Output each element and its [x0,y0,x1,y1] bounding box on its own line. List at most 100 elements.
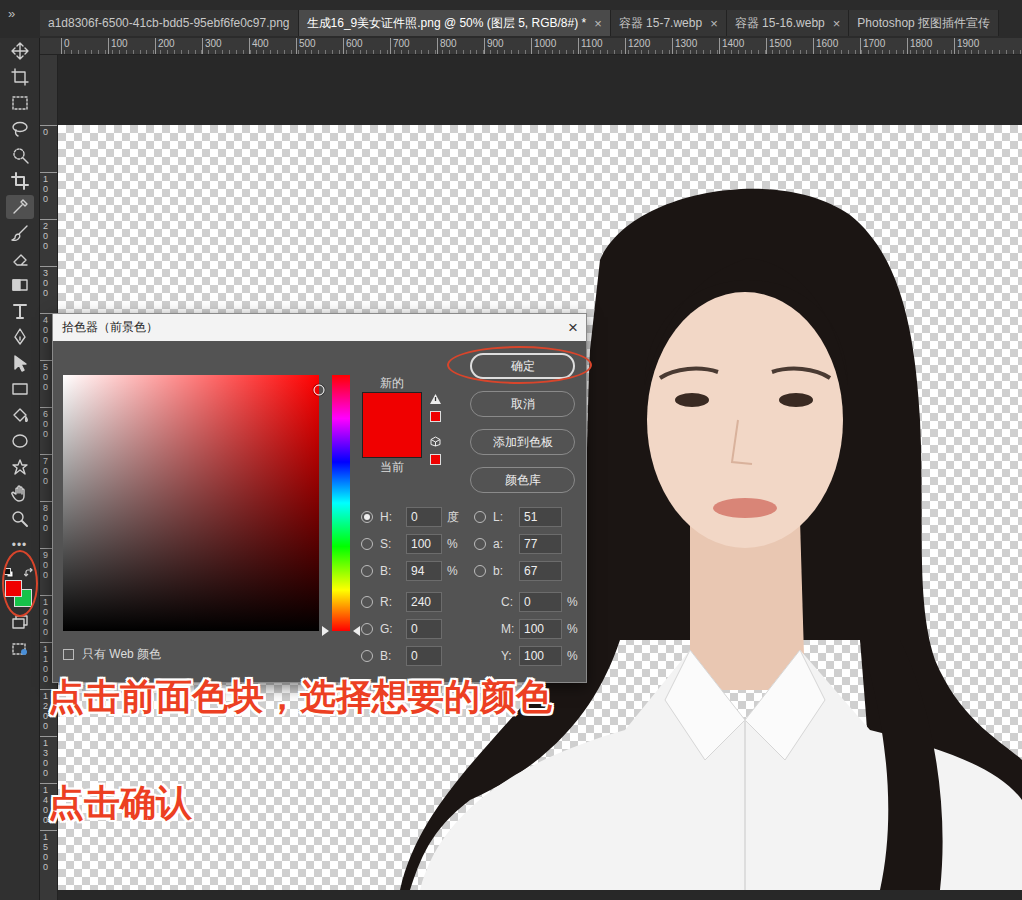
ruler-label: 700 [43,457,52,487]
tab-close-button[interactable]: × [710,16,718,31]
crop-tool-icon[interactable] [6,169,34,193]
ruler-label: 1900 [954,38,1001,54]
screenmode-icon[interactable] [6,611,34,635]
color-value-row: C:0% [474,592,576,612]
quickmask-icon[interactable] [6,637,34,661]
eraser-tool-icon[interactable] [6,247,34,271]
more-tools-button[interactable]: ••• [12,532,28,558]
gamut-color-swatch[interactable] [430,411,441,422]
ruler-label: 500 [43,363,52,393]
color-mode-radio[interactable] [361,596,373,608]
artboard-tool-icon[interactable] [6,65,34,89]
ruler-label: 1200 [625,38,672,54]
color-marker[interactable] [314,385,325,396]
ruler-label: 100 [43,175,52,205]
color-value-input[interactable]: 0 [406,507,442,527]
hue-track[interactable] [332,375,350,631]
web-safe-cube-icon [430,433,441,451]
ruler-label: 900 [43,551,52,581]
color-value-row: L:51 [474,507,576,527]
color-value-input[interactable]: 0 [519,592,562,612]
tab-close-button[interactable]: × [833,16,841,31]
pen-tool-icon[interactable] [6,325,34,349]
color-value-input[interactable]: 100 [519,646,562,666]
field-label: B: [380,564,406,578]
ruler-label: 1100 [578,38,625,54]
color-value-input[interactable]: 0 [406,646,442,666]
quickselect-tool-icon[interactable] [6,143,34,167]
color-value-input[interactable]: 67 [519,561,562,581]
document-tab[interactable]: 生成16_9美女证件照.png @ 50% (图层 5, RGB/8#) * × [299,10,611,36]
tab-close-button[interactable]: × [594,16,602,31]
document-tab[interactable]: 容器 15-16.webp× [727,10,850,36]
field-unit: % [567,649,578,663]
web-safe-color-swatch[interactable] [430,454,441,465]
color-value-input[interactable]: 240 [406,592,442,612]
hand-tool-icon[interactable] [6,481,34,505]
type-tool-icon[interactable] [6,299,34,323]
default-colors-icon[interactable] [4,564,14,574]
ruler-label: 1700 [860,38,907,54]
bucket-tool-icon[interactable] [6,403,34,427]
field-unit: % [447,564,458,578]
document-tab[interactable]: Photoshop 抠图插件宣传 [849,10,999,36]
new-color-label: 新的 [380,376,404,390]
dialog-button[interactable]: 确定 [470,353,575,379]
dialog-button[interactable]: 颜色库 [470,467,575,493]
ruler-label: 700 [390,38,437,54]
toolbar: ••• [0,38,40,900]
dialog-titlebar: 拾色器（前景色）× [53,314,586,341]
field-unit: % [567,622,578,636]
marquee-tool-icon[interactable] [6,91,34,115]
color-value-input[interactable]: 100 [519,619,562,639]
color-value-input[interactable]: 94 [406,561,442,581]
tab-label: 生成16_9美女证件照.png @ 50% (图层 5, RGB/8#) * [307,15,587,32]
color-mode-radio[interactable] [361,565,373,577]
color-value-row: R:240 [361,592,474,612]
swap-colors-icon[interactable] [24,564,34,574]
ellipse-tool-icon[interactable] [6,429,34,453]
horizontal-ruler: 0100200300400500600700800900100011001200… [58,38,1022,55]
hue-handle[interactable] [353,626,360,636]
color-mode-radio[interactable] [361,623,373,635]
color-mode-radio[interactable] [361,650,373,662]
color-mode-radio[interactable] [361,538,373,550]
rectangle-tool-icon[interactable] [6,377,34,401]
color-value-row: G:0 [361,619,474,639]
color-value-row: B:94% [361,561,474,581]
web-colors-checkbox[interactable] [63,649,74,660]
color-mode-radio[interactable] [474,565,486,577]
close-button[interactable]: × [568,319,578,336]
document-tab[interactable]: 容器 15-7.webp× [611,10,727,36]
color-value-input[interactable]: 77 [519,534,562,554]
foreground-color[interactable] [5,580,22,597]
color-value-input[interactable]: 100 [406,534,442,554]
lasso-tool-icon[interactable] [6,117,34,141]
tab-label: Photoshop 抠图插件宣传 [857,15,990,32]
shape-tool-icon[interactable] [6,455,34,479]
dialog-button[interactable]: 取消 [470,391,575,417]
gradient-tool-icon[interactable] [6,273,34,297]
hue-slider[interactable] [332,375,350,631]
panel-expand-button[interactable]: » [8,6,15,21]
color-mode-radio[interactable] [474,538,486,550]
color-value-input[interactable]: 51 [519,507,562,527]
eyedropper-tool-icon[interactable] [6,195,34,219]
color-mode-radio[interactable] [361,511,373,523]
current-color-label: 当前 [380,460,404,474]
pathselect-tool-icon[interactable] [6,351,34,375]
hue-handle[interactable] [322,626,329,636]
ruler-label: 800 [43,504,52,534]
dialog-button[interactable]: 添加到色板 [470,429,575,455]
color-mode-radio[interactable] [474,511,486,523]
zoom-tool-icon[interactable] [6,507,34,531]
saturation-brightness-field[interactable] [63,375,319,631]
web-colors-checkbox-row[interactable]: 只有 Web 颜色 [63,646,361,663]
document-tab[interactable]: a1d8306f-6500-41cb-bdd5-95ebf6fe0c97.png [40,10,299,36]
current-color-swatch[interactable] [363,425,421,457]
ruler-label: 300 [202,38,249,54]
move-tool-icon[interactable] [6,39,34,63]
brush-tool-icon[interactable] [6,221,34,245]
color-value-input[interactable]: 0 [406,619,442,639]
color-value-row: S:100% [361,534,474,554]
